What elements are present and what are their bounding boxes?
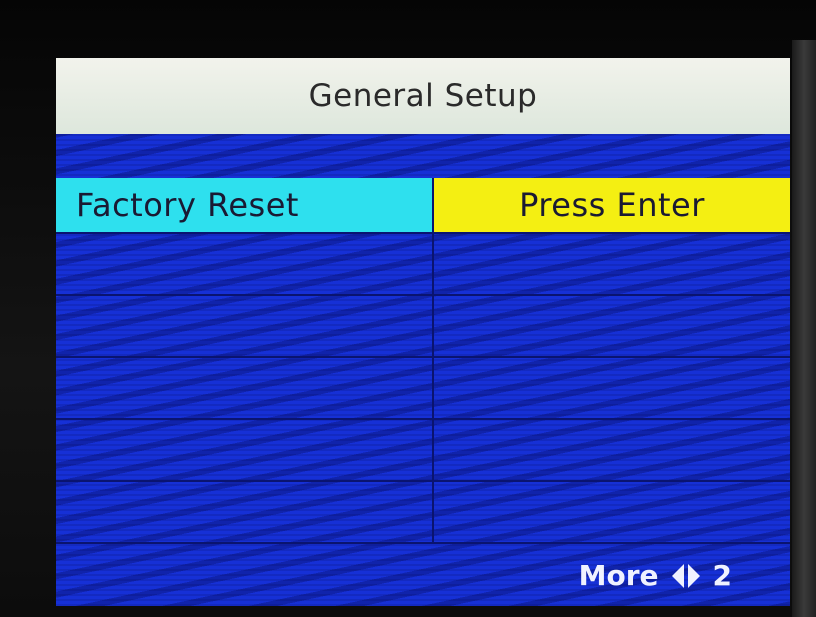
menu-row-empty[interactable] [56, 296, 790, 358]
menu-row-empty[interactable] [56, 482, 790, 544]
menu-item-label: Factory Reset [56, 178, 434, 232]
osd-screen: General Setup Factory Reset Press Enter [56, 58, 790, 606]
left-right-arrows-icon[interactable] [671, 562, 701, 590]
page-navigator[interactable]: More 2 [579, 559, 732, 592]
menu-item-value [434, 482, 790, 542]
device-bezel-edge [792, 40, 816, 617]
menu-item-label [56, 358, 434, 418]
page-number: 2 [712, 559, 732, 592]
menu-item-value [434, 420, 790, 480]
menu-item-label [56, 420, 434, 480]
menu-item-value [434, 358, 790, 418]
menu-item-value[interactable]: Press Enter [434, 178, 790, 232]
menu-row-factory-reset[interactable]: Factory Reset Press Enter [56, 178, 790, 234]
menu-table: Factory Reset Press Enter [56, 178, 790, 544]
menu-item-value [434, 234, 790, 294]
title-bar: General Setup [56, 58, 790, 134]
menu-item-label [56, 296, 434, 356]
menu-row-empty[interactable] [56, 420, 790, 482]
menu-item-label [56, 482, 434, 542]
menu-item-label [56, 234, 434, 294]
menu-row-empty[interactable] [56, 358, 790, 420]
menu-item-value [434, 296, 790, 356]
page-title: General Setup [308, 78, 538, 114]
more-label: More [578, 559, 659, 592]
menu-row-empty[interactable] [56, 234, 790, 296]
